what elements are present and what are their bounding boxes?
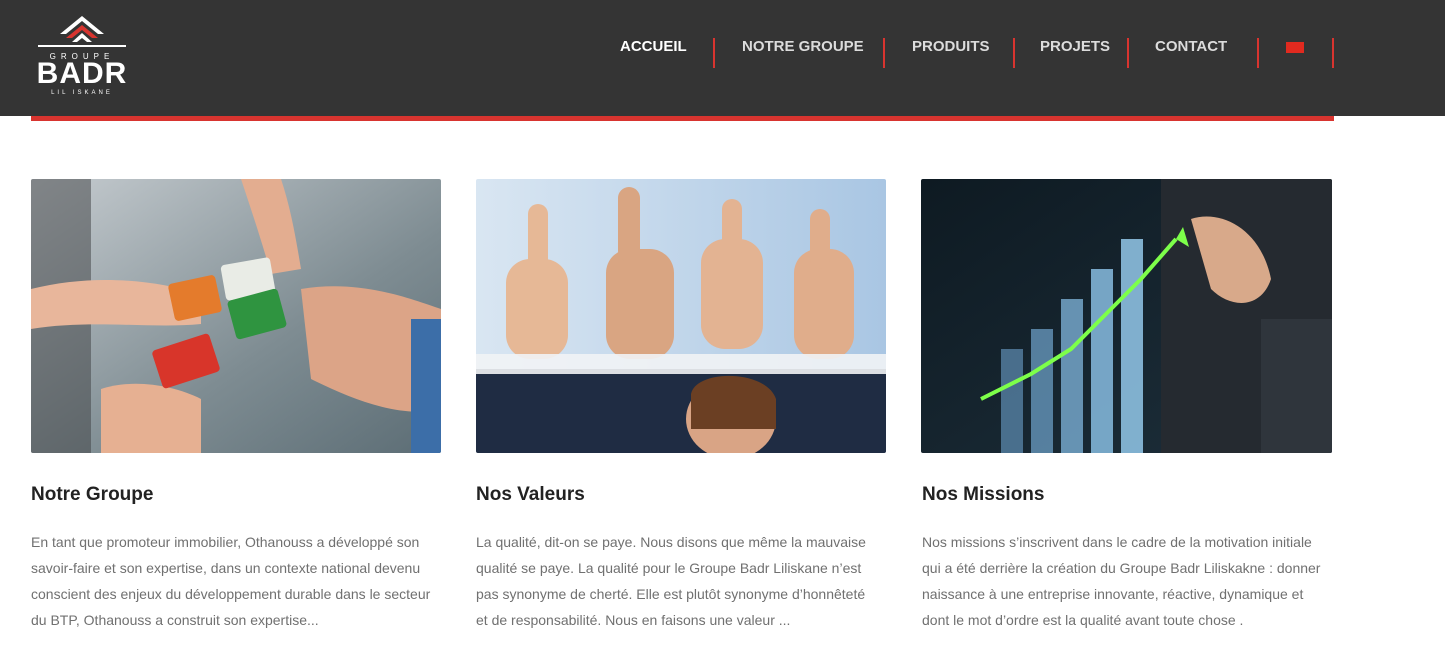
site-logo[interactable]: GROUPE BADR LIL ISKANE <box>30 14 134 102</box>
card-title-notre-groupe[interactable]: Notre Groupe <box>31 484 153 506</box>
nav-item-notre-groupe[interactable]: NOTRE GROUPE <box>742 38 864 68</box>
growth-chart-image <box>921 179 1332 453</box>
nav-item-contact[interactable]: CONTACT <box>1155 38 1227 68</box>
nav-item-projets[interactable]: PROJETS <box>1040 38 1110 68</box>
nav-item-accueil[interactable]: ACCUEIL <box>620 38 687 68</box>
nav-separator <box>1127 38 1129 68</box>
logo-tagline: LIL ISKANE <box>51 90 113 96</box>
nav-separator <box>883 38 885 68</box>
roof-logo-icon <box>38 16 126 47</box>
card-text-nos-missions: Nos missions s’inscrivent dans le cadre … <box>922 534 1321 628</box>
logo-brand-name: BADR <box>36 57 128 90</box>
flag-icon[interactable] <box>1286 42 1304 53</box>
card-text-notre-groupe: En tant que promoteur immobilier, Othano… <box>31 534 431 628</box>
card-title-nos-valeurs[interactable]: Nos Valeurs <box>476 484 585 506</box>
header-accent-line <box>31 116 1334 121</box>
card-text-nos-valeurs: La qualité, dit-on se paye. Nous disons … <box>476 534 866 628</box>
nav-separator <box>1013 38 1015 68</box>
card-title-nos-missions[interactable]: Nos Missions <box>922 484 1044 506</box>
thumbs-up-image <box>476 179 886 453</box>
nav-separator <box>713 38 715 68</box>
puzzle-hands-image <box>31 179 441 453</box>
nav-separator <box>1332 38 1334 68</box>
site-header: GROUPE BADR LIL ISKANE ACCUEIL NOTRE GRO… <box>0 0 1445 116</box>
nav-separator <box>1257 38 1259 68</box>
nav-item-produits[interactable]: PRODUITS <box>912 38 990 68</box>
